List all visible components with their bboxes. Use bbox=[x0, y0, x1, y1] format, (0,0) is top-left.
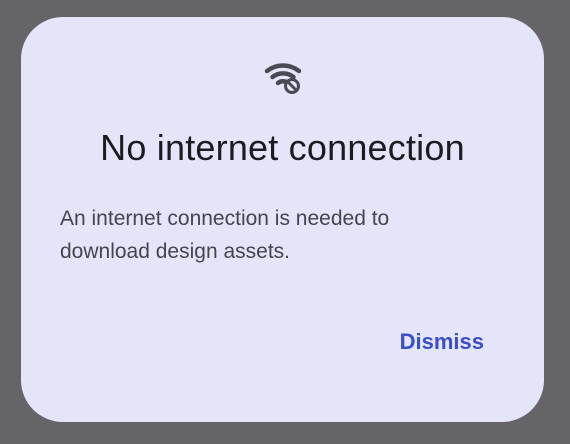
dialog-title: No internet connection bbox=[100, 127, 465, 168]
no-internet-dialog: No internet connection An internet conne… bbox=[21, 17, 544, 422]
dialog-message: An internet connection is needed to down… bbox=[60, 207, 390, 263]
dismiss-button[interactable]: Dismiss bbox=[400, 329, 484, 355]
wifi-off-icon bbox=[263, 59, 307, 97]
